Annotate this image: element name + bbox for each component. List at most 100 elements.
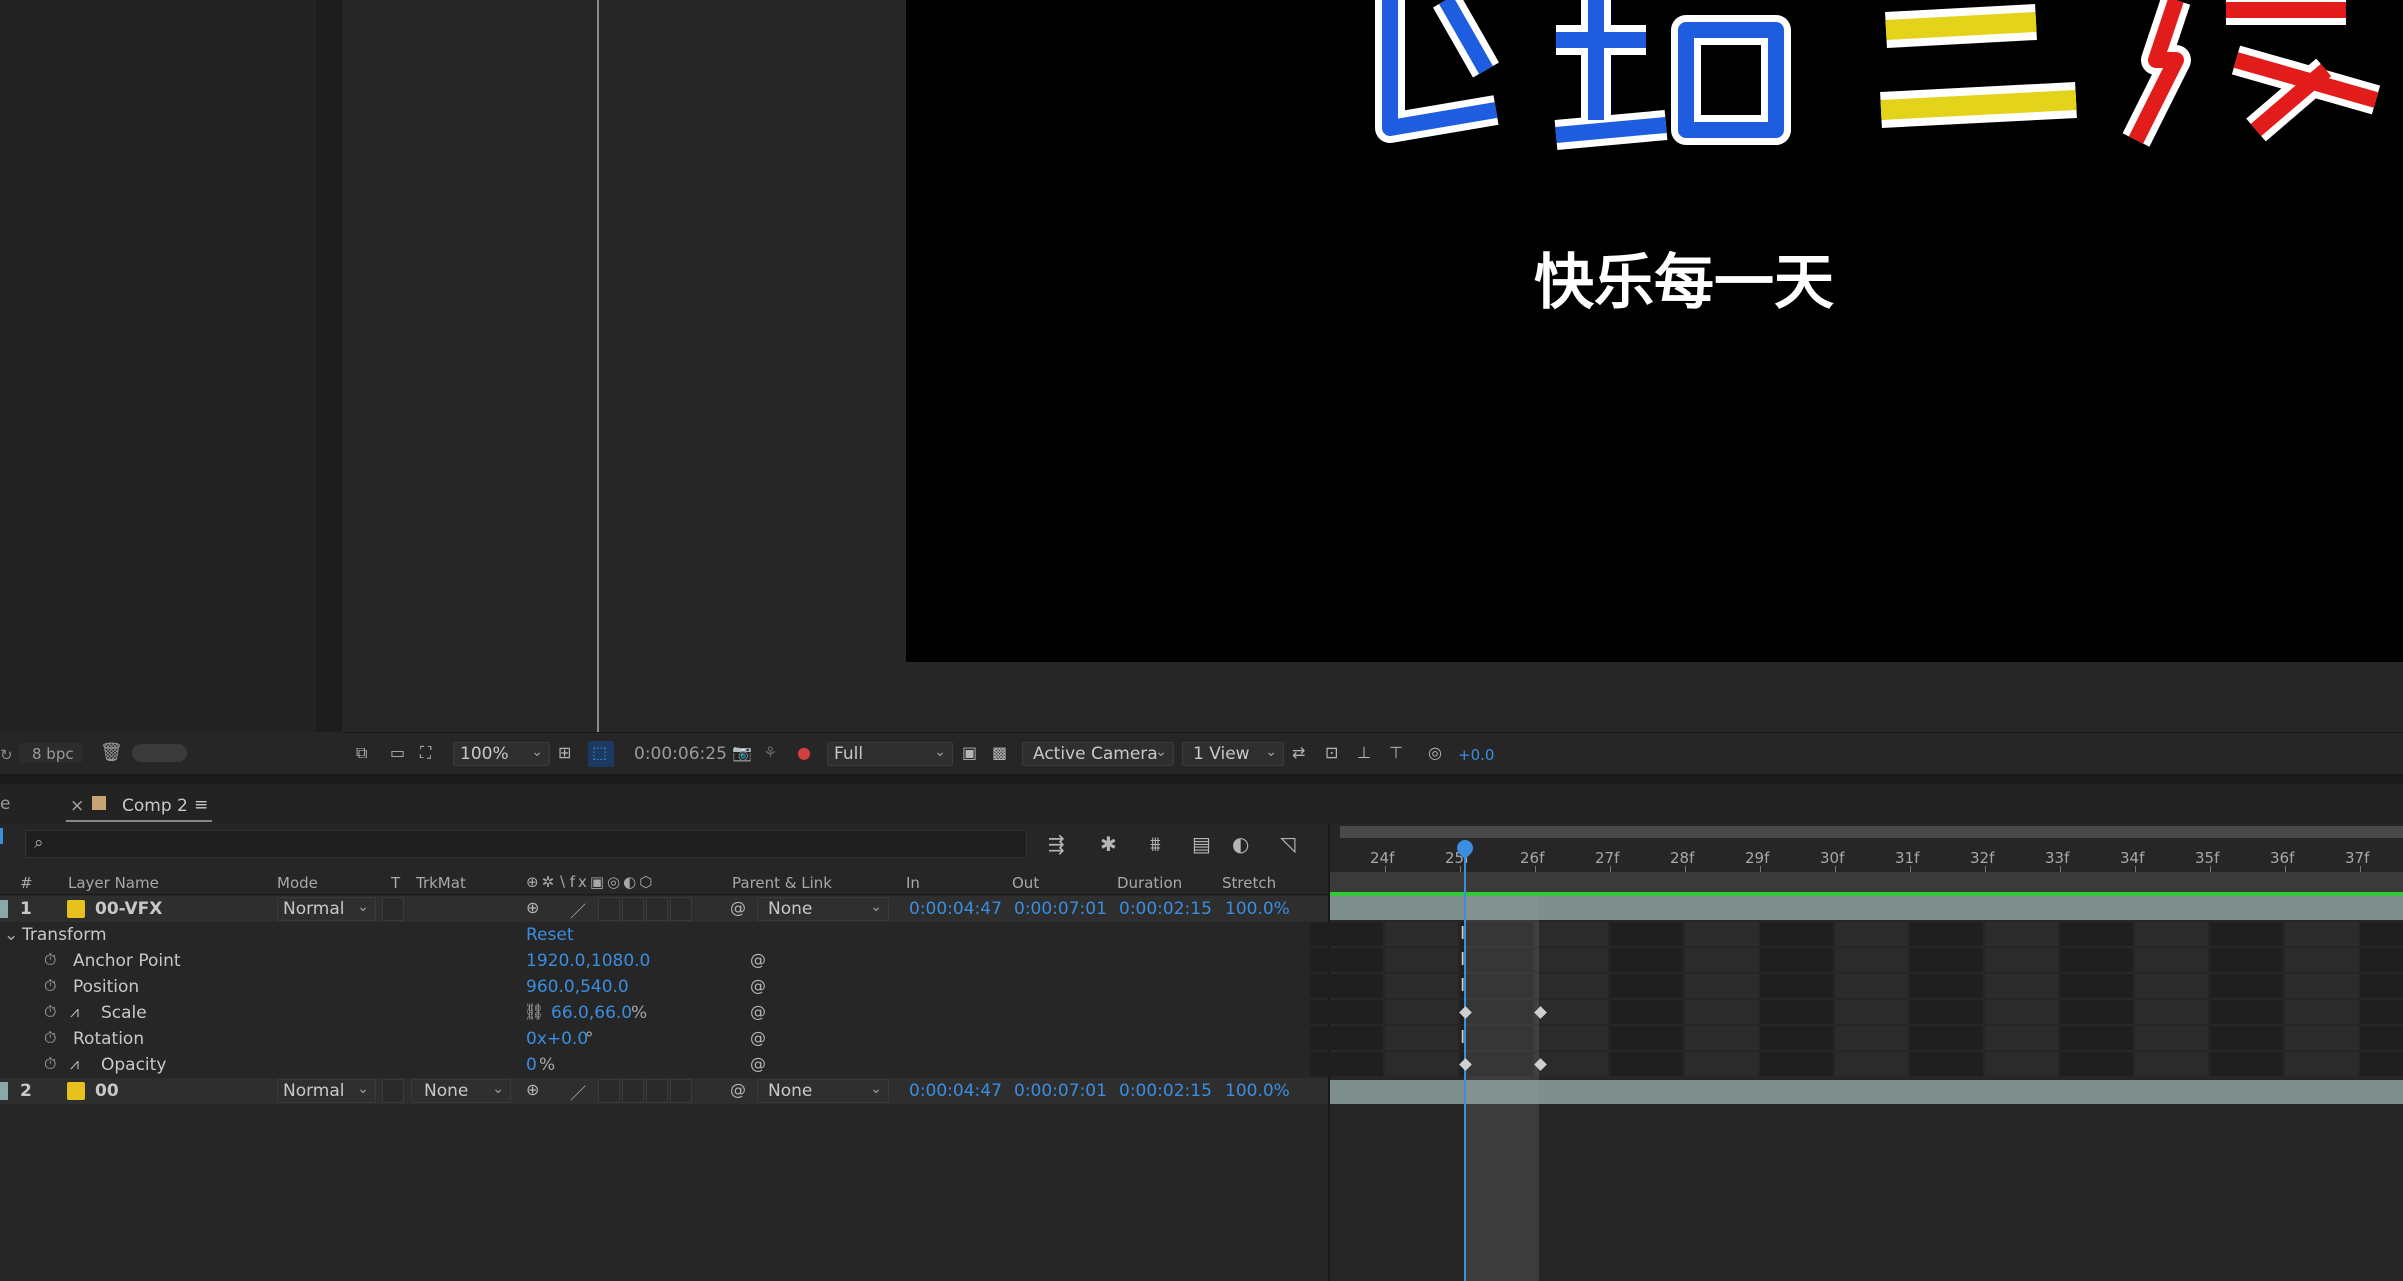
transparency-grid-icon[interactable]: ▩ (992, 743, 1007, 762)
stopwatch-icon[interactable]: ⏱ (44, 950, 56, 970)
3d-layer-switch[interactable] (670, 1079, 692, 1103)
chevron-down-icon[interactable]: ⌄ (4, 925, 18, 945)
property-row-position[interactable]: ⏱ Position 960.0,540.0 @ (0, 974, 1328, 1000)
previous-tab[interactable]: e (0, 794, 10, 814)
camera-dropdown[interactable]: Active Camera ⌄ (1022, 742, 1174, 766)
stretch[interactable]: 100.0% (1225, 899, 1290, 919)
col-trkmat[interactable]: TrkMat (416, 873, 466, 893)
always-preview-icon[interactable]: ⧉ (356, 743, 367, 763)
graph-editor-icon[interactable]: ◹ (1280, 832, 1295, 856)
toggle-pixel-aspect-icon[interactable]: ⇄ (1292, 743, 1305, 762)
stopwatch-active-icon[interactable]: ⏱ (44, 1002, 56, 1022)
in-point[interactable]: 0:00:04:47 (909, 1081, 1002, 1101)
current-time[interactable]: 0:00:06:25 (634, 744, 727, 764)
color-channels-icon[interactable]: ● (797, 743, 811, 762)
layer-name[interactable]: 00 (95, 1081, 119, 1101)
grid-guides-icon[interactable]: ⊞ (558, 743, 571, 762)
stopwatch-icon[interactable]: ⏱ (44, 1028, 56, 1048)
tab-comp-2[interactable]: × Comp 2 ≡ (66, 788, 212, 822)
col-layer-name[interactable]: Layer Name (68, 873, 159, 893)
frame-blend-switch[interactable] (622, 897, 644, 921)
layer-label-color[interactable] (0, 1082, 8, 1100)
frame-blend-switch[interactable] (622, 1079, 644, 1103)
transform-reset-link[interactable]: Reset (526, 925, 574, 945)
layer-row[interactable]: 2 00 Normal ⌄ None ⌄ ⊕ ／ @ None ⌄ 0:00:0… (0, 1078, 1328, 1104)
switches-header-icons[interactable]: ⊕✲∖fx▣◎◐⬡ (526, 872, 655, 892)
duration[interactable]: 0:00:02:15 (1119, 899, 1212, 919)
pick-whip-icon[interactable]: @ (730, 1080, 746, 1099)
effect-switch[interactable] (598, 1079, 620, 1103)
expression-pickwhip-icon[interactable]: @ (750, 1002, 766, 1021)
keyframe-diamond[interactable] (1534, 1006, 1547, 1019)
resolution-dropdown[interactable]: Full ⌄ (827, 742, 953, 766)
property-row-rotation[interactable]: ⏱ Rotation 0x+0.0 ° @ (0, 1026, 1328, 1052)
comp-mini-flowchart-icon[interactable]: ⇶ (1048, 832, 1065, 856)
mode-dropdown[interactable]: Normal ⌄ (277, 897, 376, 921)
preserve-transparency-switch[interactable] (382, 1079, 404, 1103)
motion-blur-switch[interactable] (646, 897, 668, 921)
col-parent[interactable]: Parent & Link (732, 873, 832, 893)
quality-switch-icon[interactable]: ／ (570, 1080, 586, 1104)
keyframe-diamond[interactable] (1459, 1006, 1472, 1019)
col-out[interactable]: Out (1012, 873, 1039, 893)
camera-snapshot-icon[interactable]: 📷 (732, 743, 752, 762)
constrain-proportions-icon[interactable]: ⛓ (524, 1002, 544, 1021)
zoom-dropdown[interactable]: 100% ⌄ (453, 742, 550, 766)
col-duration[interactable]: Duration (1117, 873, 1182, 893)
exposure-icon[interactable]: ◎ (1428, 743, 1442, 762)
expression-pickwhip-icon[interactable]: @ (750, 950, 766, 969)
layer-row[interactable]: 1 00-VFX Normal ⌄ ⊕ ／ @ None ⌄ 0:00:04:4… (0, 896, 1328, 922)
property-row-scale[interactable]: ⏱ ⩘ Scale ⛓ 66.0,66.0 % @ (0, 1000, 1328, 1026)
exposure-value[interactable]: +0.0 (1458, 745, 1494, 765)
region-of-interest-button[interactable]: ⬚ (588, 741, 614, 767)
mode-dropdown[interactable]: Normal ⌄ (277, 1079, 376, 1103)
stopwatch-active-icon[interactable]: ⏱ (44, 1054, 56, 1074)
property-value[interactable]: 0 (526, 1055, 537, 1075)
expression-pickwhip-icon[interactable]: @ (750, 976, 766, 995)
col-t[interactable]: T (391, 873, 400, 893)
layer-search-input[interactable]: ⌕ (25, 830, 1027, 858)
col-mode[interactable]: Mode (277, 873, 318, 893)
flowchart-icon[interactable]: ↻ (0, 745, 13, 765)
out-point[interactable]: 0:00:07:01 (1014, 1081, 1107, 1101)
effect-switch[interactable] (598, 897, 620, 921)
duration[interactable]: 0:00:02:15 (1119, 1081, 1212, 1101)
transform-group-row[interactable]: ⌄ Transform Reset (0, 922, 1328, 948)
parent-dropdown[interactable]: None ⌄ (757, 1079, 889, 1103)
graph-icon[interactable]: ⩘ (70, 1002, 79, 1022)
property-value[interactable]: 0x+0.0 (526, 1029, 588, 1049)
frame-blending-icon[interactable]: ▤ (1192, 832, 1211, 856)
motion-blur-switch[interactable] (646, 1079, 668, 1103)
shy-switch-icon[interactable]: ⊕ (526, 898, 539, 917)
shy-layers-icon[interactable]: ⩩ (1150, 832, 1161, 856)
property-row-opacity[interactable]: ⏱ ⩘ Opacity 0 % @ (0, 1052, 1328, 1078)
fast-previews-icon[interactable]: ⊡ (1325, 743, 1338, 762)
in-point[interactable]: 0:00:04:47 (909, 899, 1002, 919)
close-icon[interactable]: × (70, 796, 84, 816)
mask-visibility-icon[interactable]: ⛶ (420, 743, 431, 763)
expression-pickwhip-icon[interactable]: @ (750, 1028, 766, 1047)
3d-layer-switch[interactable] (670, 897, 692, 921)
col-stretch[interactable]: Stretch (1222, 873, 1276, 893)
keyframe-diamond[interactable] (1459, 1058, 1472, 1071)
quality-switch-icon[interactable]: ／ (570, 898, 586, 922)
timeline-icon[interactable]: ⊥ (1357, 743, 1371, 762)
monitor-icon[interactable]: ▭ (390, 743, 405, 762)
composition-canvas[interactable]: 快乐每一天 (906, 0, 2403, 662)
property-value[interactable]: 66.0,66.0 (551, 1003, 632, 1023)
col-in[interactable]: In (906, 873, 920, 893)
expression-pickwhip-icon[interactable]: @ (750, 1054, 766, 1073)
trkmat-dropdown[interactable]: None ⌄ (411, 1079, 511, 1103)
panel-menu-icon[interactable]: ≡ (194, 795, 208, 815)
bpc-button[interactable]: 8 bpc (18, 743, 82, 763)
keyframe-diamond[interactable] (1534, 1058, 1547, 1071)
parent-dropdown[interactable]: None ⌄ (757, 897, 889, 921)
timeline-tracks[interactable]: 24f 25f 26f 27f 28f 29f 30f 31f 32f 33f 34f 35f 36f 3… (1310, 824, 2403, 1281)
layer-label-color[interactable] (0, 900, 8, 918)
flowchart-icon[interactable]: ⊤ (1389, 743, 1403, 762)
draft-3d-icon[interactable]: ✱ (1100, 832, 1117, 856)
shy-switch-icon[interactable]: ⊕ (526, 1080, 539, 1099)
stretch[interactable]: 100.0% (1225, 1081, 1290, 1101)
property-value[interactable]: 1920.0,1080.0 (526, 951, 650, 971)
view-layout-dropdown[interactable]: 1 View ⌄ (1182, 742, 1284, 766)
